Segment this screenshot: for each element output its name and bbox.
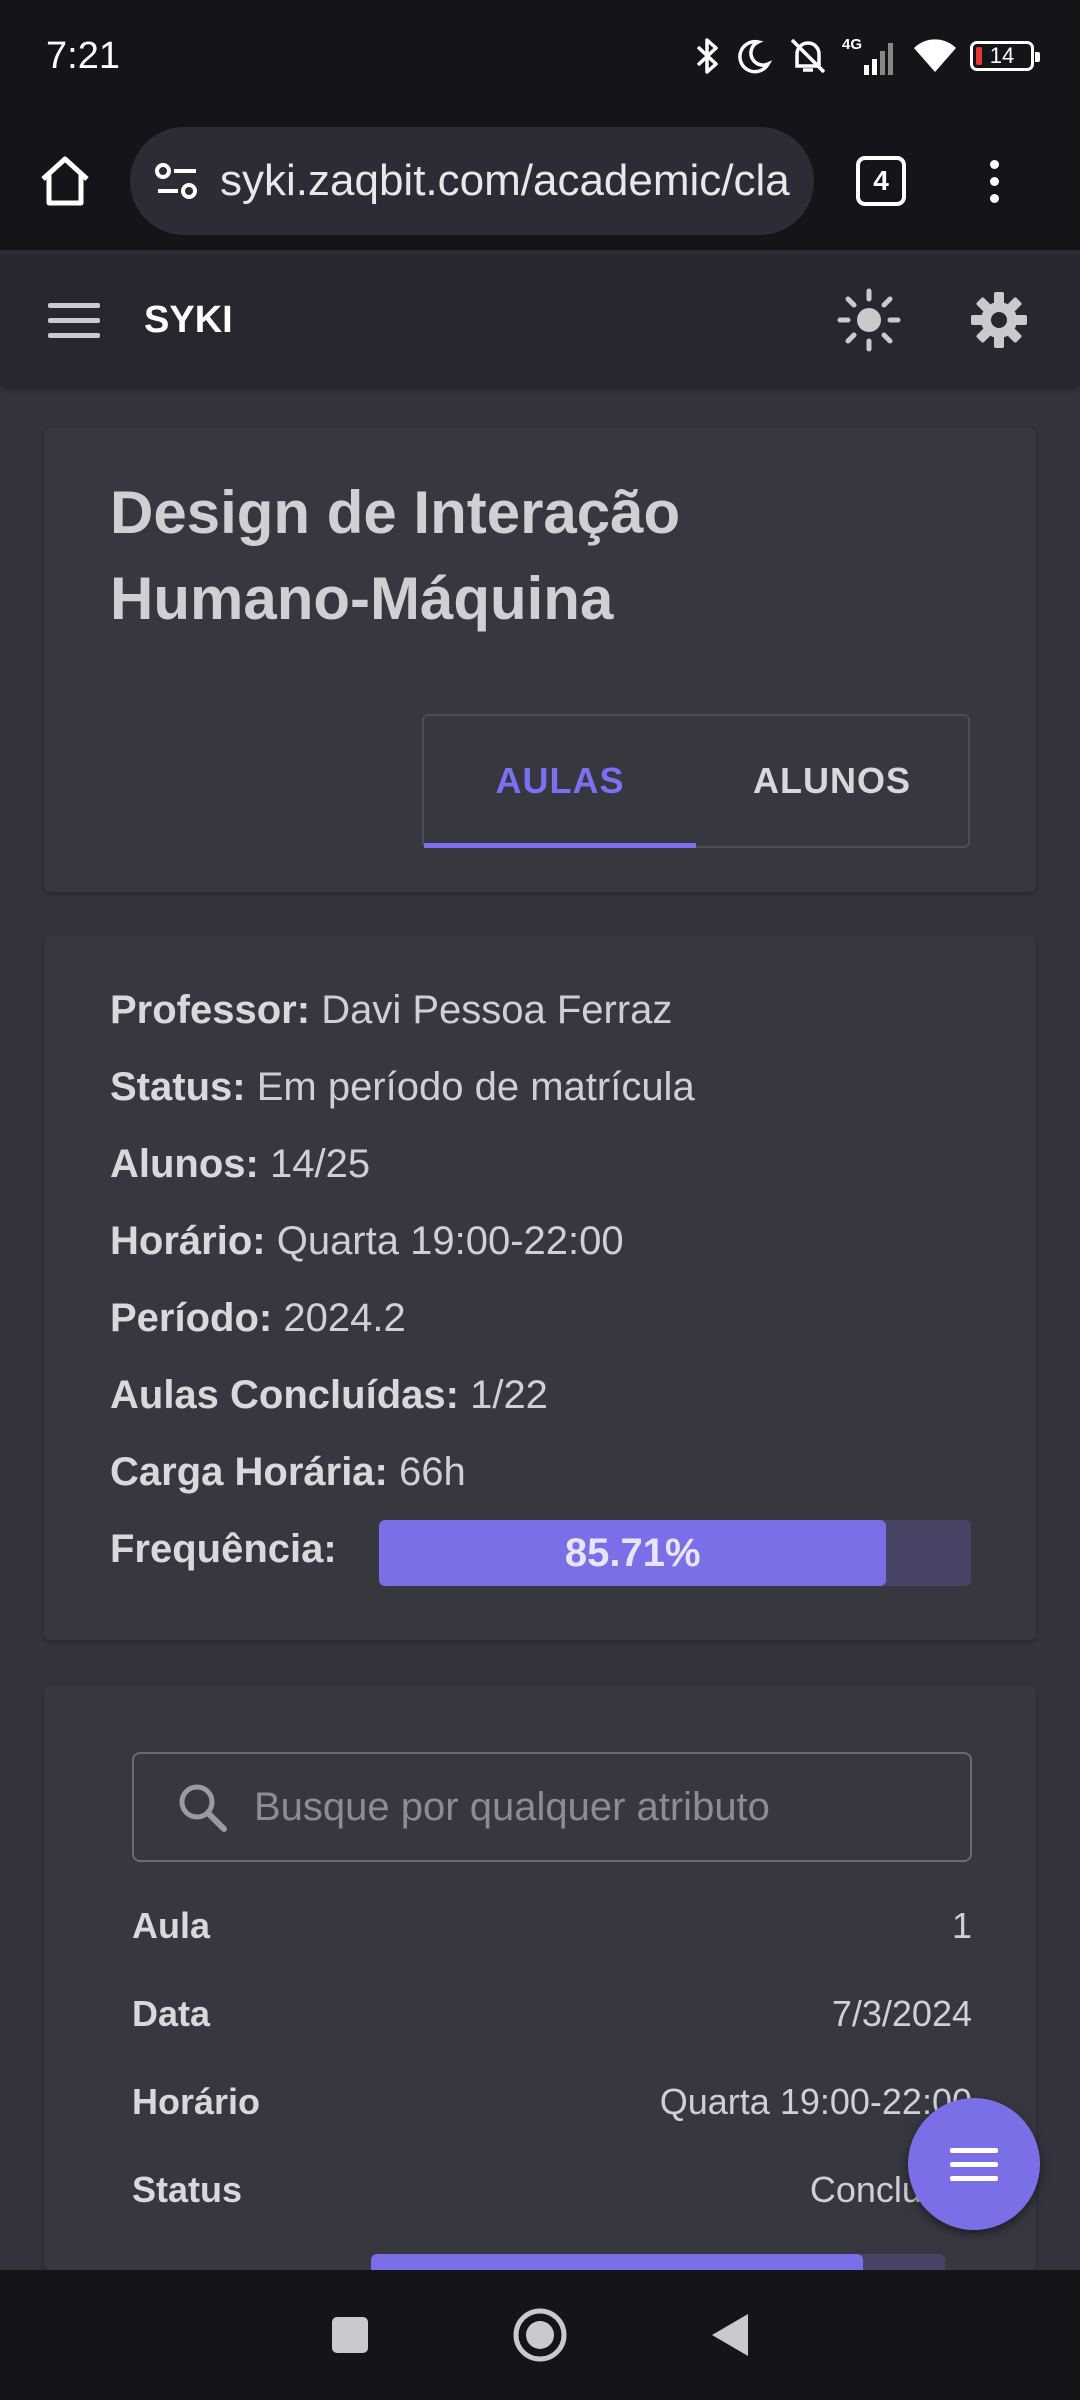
app-title: SYKI [144, 298, 233, 341]
battery-icon: 14 [970, 41, 1040, 71]
lesson-label: Horário [132, 2081, 261, 2122]
info-value: 2024.2 [283, 1296, 406, 1340]
status-icons: 4G 14 [694, 35, 1040, 77]
info-label: Status: [110, 1065, 246, 1109]
status-time: 7:21 [46, 34, 120, 77]
info-carga-horaria: Carga Horária: 66h [110, 1450, 466, 1495]
info-label: Alunos: [110, 1142, 259, 1186]
status-bar: 7:21 4G 14 [0, 0, 1080, 112]
lesson-value: 1 [951, 1905, 972, 1946]
search-input[interactable] [254, 1784, 970, 1830]
info-value: Quarta 19:00-22:00 [276, 1219, 624, 1263]
class-info-card: Professor: Davi Pessoa Ferraz Status: Em… [44, 936, 1036, 1640]
site-info-icon[interactable] [154, 161, 200, 201]
signal-icon: 4G [842, 35, 900, 77]
theme-toggle-icon [837, 288, 901, 352]
url-text: syki.zaqbit.com/academic/cla [220, 156, 790, 205]
browser-toolbar: syki.zaqbit.com/academic/cla 4 [0, 112, 1080, 252]
frequency-progress-text: 85.71% [564, 1530, 701, 1575]
info-alunos: Alunos: 14/25 [110, 1142, 370, 1187]
info-aulas-concluidas: Aulas Concluídas: 1/22 [110, 1373, 548, 1418]
lessons-card: Aula 1 Data 7/3/2024 Horário Quarta 19:0… [44, 1686, 1036, 2270]
do-not-disturb-moon-icon [734, 36, 774, 76]
muted-bell-icon [786, 36, 830, 76]
info-status: Status: Em período de matrícula [110, 1065, 695, 1110]
info-label: Aulas Concluídas: [110, 1373, 459, 1417]
tab-switcher-button[interactable]: 4 [856, 156, 906, 206]
search-field[interactable] [132, 1752, 972, 1862]
lesson-value: 7/3/2024 [831, 1993, 972, 2034]
system-nav-bar [0, 2270, 1080, 2400]
info-label: Carga Horária: [110, 1450, 388, 1494]
bluetooth-icon [694, 36, 722, 76]
fab-menu-button[interactable] [908, 2098, 1040, 2230]
gear-icon [971, 292, 1027, 348]
back-triangle-icon [712, 2314, 748, 2356]
lesson-label: Aula [132, 1905, 211, 1946]
page-title: Design de Interação Humano-Máquina [110, 479, 681, 632]
back-button[interactable] [695, 2300, 765, 2370]
info-label: Professor: [110, 988, 311, 1032]
info-value: Em período de matrícula [256, 1065, 695, 1109]
lesson-frequency-progress-text: 85.71% [371, 2254, 863, 2271]
tab-bar: AULAS ALUNOS [422, 714, 970, 848]
class-header-card: Design de Interação Humano-Máquina AULAS… [44, 428, 1036, 892]
browser-menu-icon[interactable] [990, 159, 999, 203]
settings-button[interactable] [964, 285, 1034, 355]
tab-alunos[interactable]: ALUNOS [696, 716, 968, 846]
lesson-row-horario: Horário Quarta 19:00-22:00 [132, 2072, 972, 2132]
lesson-row-status: Status Concluída [132, 2160, 972, 2220]
lesson-row-aula: Aula 1 [132, 1896, 972, 1956]
search-icon [176, 1781, 228, 1833]
lesson-value: Quarta 19:00-22:00 [659, 2081, 972, 2122]
info-periodo: Período: 2024.2 [110, 1296, 406, 1341]
theme-toggle-button[interactable] [834, 285, 904, 355]
battery-level: 14 [989, 43, 1015, 68]
home-button[interactable] [0, 111, 130, 251]
lesson-label: Status [132, 2169, 243, 2210]
info-horario: Horário: Quarta 19:00-22:00 [110, 1219, 624, 1264]
lesson-row-data: Data 7/3/2024 [132, 1984, 972, 2044]
info-value: Davi Pessoa Ferraz [321, 988, 673, 1032]
recents-button[interactable] [315, 2300, 385, 2370]
info-value: 14/25 [270, 1142, 371, 1186]
info-value: 66h [399, 1450, 466, 1494]
menu-icon[interactable] [48, 290, 108, 350]
wifi-icon [912, 36, 958, 76]
home-nav-button[interactable] [505, 2300, 575, 2370]
info-label: Frequência: [110, 1527, 337, 1571]
info-frequencia: Frequência: [110, 1527, 337, 1572]
recents-icon [332, 2317, 368, 2353]
home-icon [41, 156, 89, 206]
info-label: Período: [110, 1296, 273, 1340]
svg-text:4G: 4G [842, 36, 862, 53]
frequency-progress-bar: 85.71% [379, 1520, 971, 1586]
fab-menu-icon [950, 2147, 998, 2153]
info-value: 1/22 [470, 1373, 548, 1417]
tab-aulas[interactable]: AULAS [424, 716, 696, 848]
info-professor: Professor: Davi Pessoa Ferraz [110, 988, 672, 1033]
lesson-frequency-progress-bar: 85.71% [371, 2254, 945, 2270]
app-bar: SYKI [0, 254, 1080, 386]
home-circle-icon [513, 2308, 567, 2362]
info-label: Horário: [110, 1219, 266, 1263]
lesson-label: Data [132, 1993, 211, 2034]
address-bar[interactable]: syki.zaqbit.com/academic/cla [130, 127, 814, 235]
